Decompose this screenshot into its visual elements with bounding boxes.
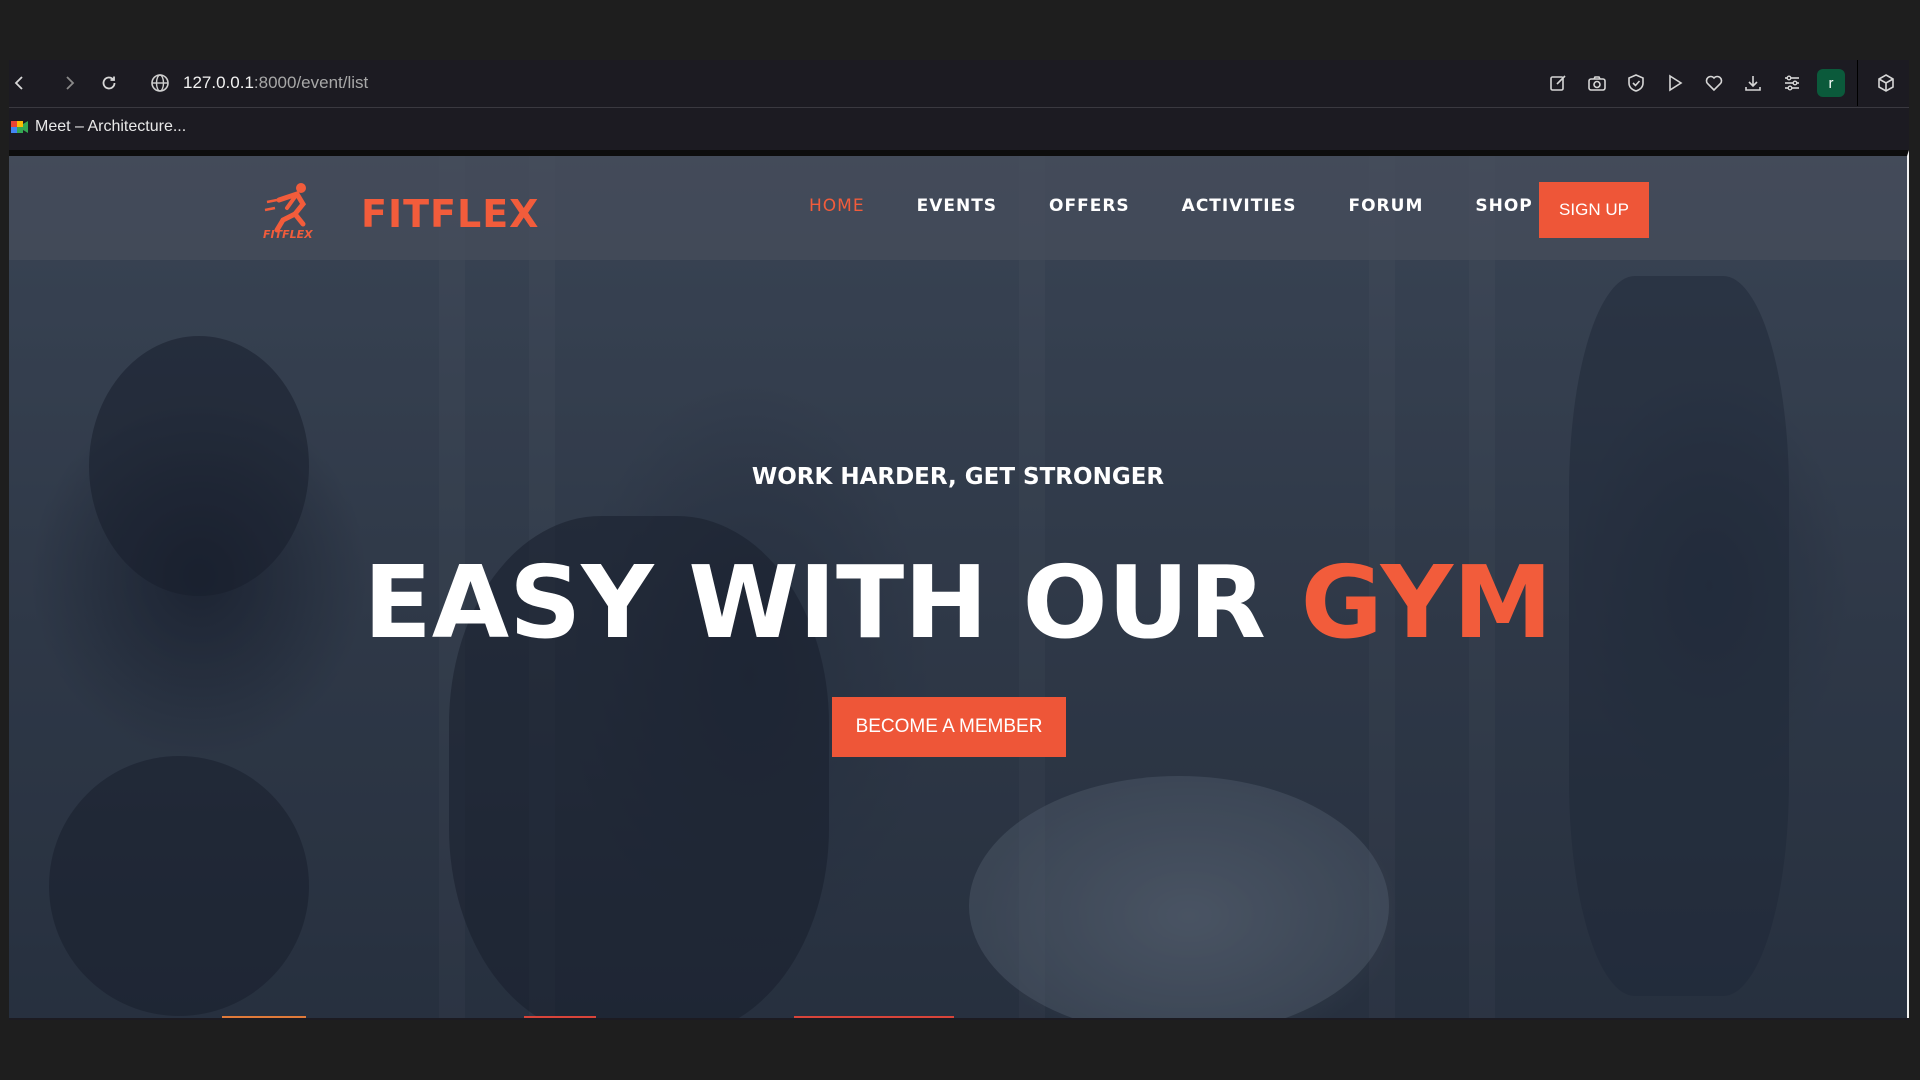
back-arrow-icon: [14, 76, 23, 90]
headline-accent: GYM: [1300, 544, 1553, 661]
reload-icon: [102, 76, 116, 90]
extensions-button[interactable]: [1866, 63, 1905, 103]
meet-favicon-icon: [11, 120, 28, 133]
nav-shop[interactable]: SHOP: [1475, 196, 1532, 216]
url-host: 127.0.0.1: [183, 73, 254, 92]
reload-button[interactable]: [89, 63, 129, 103]
sliders-icon: [1784, 75, 1799, 91]
become-member-button[interactable]: BECOME A MEMBER: [832, 697, 1066, 757]
main-nav: HOME EVENTS OFFERS ACTIVITIES FORUM SHOP: [809, 196, 1585, 216]
browser-toolbar: 127.0.0.1:8000/event/list r: [9, 60, 1909, 106]
logo-caption: FITFLEX: [263, 228, 313, 240]
nav-events[interactable]: EVENTS: [917, 196, 997, 216]
globe-icon: [151, 74, 169, 92]
downloads-button[interactable]: [1733, 63, 1772, 103]
headline-main: EASY WITH OUR: [363, 544, 1301, 661]
hero-tagline: WORK HARDER, GET STRONGER: [751, 464, 1165, 490]
browser-window: 127.0.0.1:8000/event/list r Meet – Archi…: [9, 60, 1909, 1020]
bottom-accent-strip: [9, 1016, 1907, 1018]
shield-check-icon: [1627, 74, 1644, 92]
nav-offers[interactable]: OFFERS: [1049, 196, 1130, 216]
address-bar[interactable]: 127.0.0.1:8000/event/list: [149, 66, 368, 100]
favorites-button[interactable]: [1694, 63, 1733, 103]
toolbar-divider: [1857, 60, 1858, 106]
edit-icon: [1549, 75, 1566, 91]
toolbar-actions: r: [1538, 60, 1909, 106]
bookmarks-bar: Meet – Architecture...: [9, 107, 1909, 145]
hero-headline: EASY WITH OUR GYM: [9, 544, 1907, 661]
forward-button[interactable]: [49, 63, 89, 103]
nav-home[interactable]: HOME: [809, 196, 865, 216]
url-path: :8000/event/list: [253, 73, 369, 92]
screen: 127.0.0.1:8000/event/list r Meet – Archi…: [0, 0, 1920, 1080]
forward-arrow-icon: [66, 76, 75, 90]
camera-icon: [1587, 76, 1606, 91]
shield-button[interactable]: [1616, 63, 1655, 103]
back-button[interactable]: [9, 63, 31, 103]
brand-name[interactable]: FITFLEX: [361, 192, 539, 236]
screenshot-button[interactable]: [1577, 63, 1616, 103]
site-header: FITFLEX FITFLEX HOME EVENTS OFFERS ACTIV…: [9, 156, 1907, 260]
page-viewport: FITFLEX FITFLEX HOME EVENTS OFFERS ACTIV…: [9, 150, 1909, 1018]
profile-avatar[interactable]: r: [1817, 69, 1845, 97]
play-icon: [1668, 74, 1682, 92]
edit-page-button[interactable]: [1538, 63, 1577, 103]
play-button[interactable]: [1655, 63, 1694, 103]
easy-setup-button[interactable]: [1772, 63, 1811, 103]
bookmark-label: Meet – Architecture...: [35, 117, 187, 135]
heart-icon: [1705, 75, 1722, 92]
cube-icon: [1877, 74, 1894, 92]
sign-up-button[interactable]: SIGN UP: [1539, 182, 1649, 238]
download-icon: [1744, 76, 1761, 91]
nav-forum[interactable]: FORUM: [1348, 196, 1423, 216]
runner-logo-icon[interactable]: FITFLEX: [259, 178, 321, 240]
bookmark-item[interactable]: Meet – Architecture...: [11, 118, 186, 136]
nav-activities[interactable]: ACTIVITIES: [1182, 196, 1297, 216]
